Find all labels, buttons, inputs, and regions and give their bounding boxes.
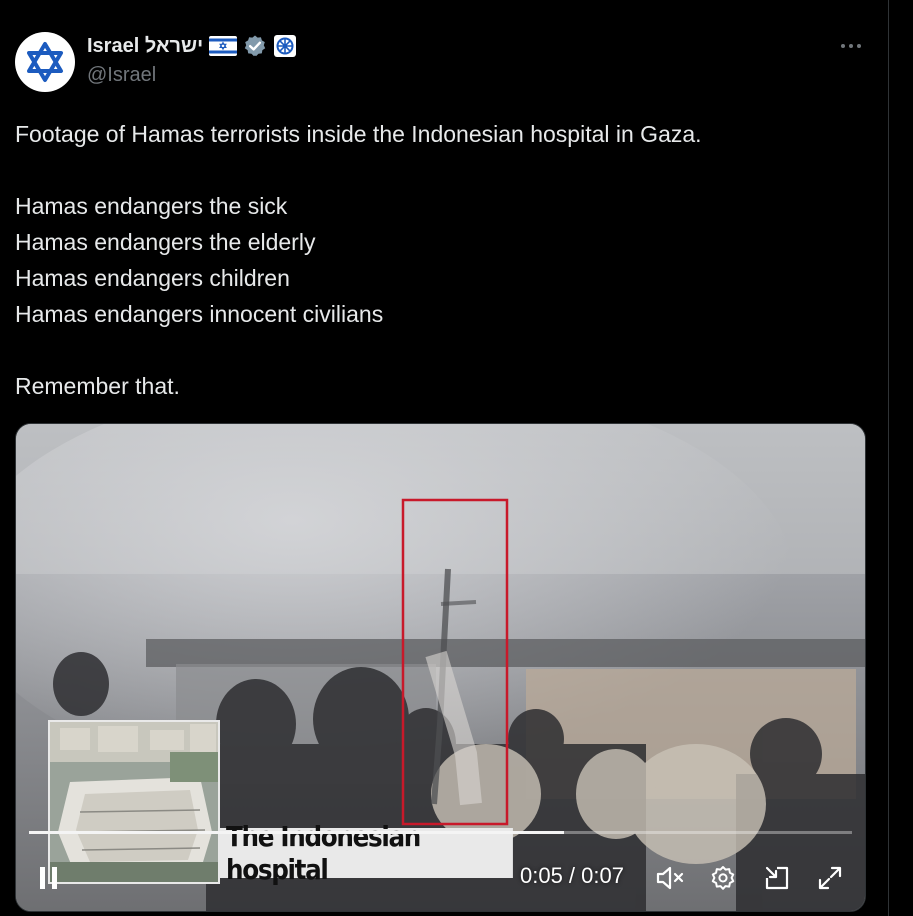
settings-icon	[711, 866, 735, 890]
tweet: Israel ישראל @Israel Footage of Hamas te…	[0, 0, 888, 916]
tweet-line: Hamas endangers innocent civilians	[15, 301, 384, 327]
fullscreen-icon	[818, 866, 842, 890]
video-progress-bar[interactable]	[29, 831, 852, 834]
verified-badge-icon[interactable]	[243, 34, 267, 58]
mute-button[interactable]	[654, 862, 688, 894]
tweet-line: Remember that.	[15, 373, 180, 399]
tweet-line: Footage of Hamas terrorists inside the I…	[15, 121, 702, 147]
mute-icon	[656, 866, 684, 890]
settings-button[interactable]	[706, 862, 740, 894]
picture-in-picture-button[interactable]	[760, 862, 794, 894]
tweet-line: Hamas endangers the sick	[15, 193, 288, 219]
tweet-text: Footage of Hamas terrorists inside the I…	[15, 116, 875, 404]
name-row: Israel ישראל	[87, 34, 297, 58]
fullscreen-button[interactable]	[813, 862, 847, 894]
affiliate-emblem-icon[interactable]	[273, 34, 297, 58]
pause-button[interactable]	[34, 864, 64, 892]
more-icon	[841, 44, 861, 48]
video-controls: 0:05 / 0:07	[16, 852, 865, 902]
handle[interactable]: @Israel	[87, 64, 156, 87]
pause-icon	[40, 867, 57, 889]
column-divider	[888, 0, 889, 916]
video-progress-fill	[29, 831, 564, 834]
video-player[interactable]: The Indonesian hospital 0:05 / 0:07	[15, 423, 866, 912]
israel-flag-icon	[209, 36, 238, 56]
tweet-line: Hamas endangers children	[15, 265, 290, 291]
picture-in-picture-icon	[765, 866, 789, 890]
star-of-david-icon	[27, 42, 63, 82]
video-time: 0:05 / 0:07	[520, 863, 624, 888]
more-options-button[interactable]	[834, 34, 868, 58]
display-name[interactable]: Israel ישראל	[87, 35, 203, 58]
avatar[interactable]	[15, 32, 75, 92]
tweet-line: Hamas endangers the elderly	[15, 229, 316, 255]
